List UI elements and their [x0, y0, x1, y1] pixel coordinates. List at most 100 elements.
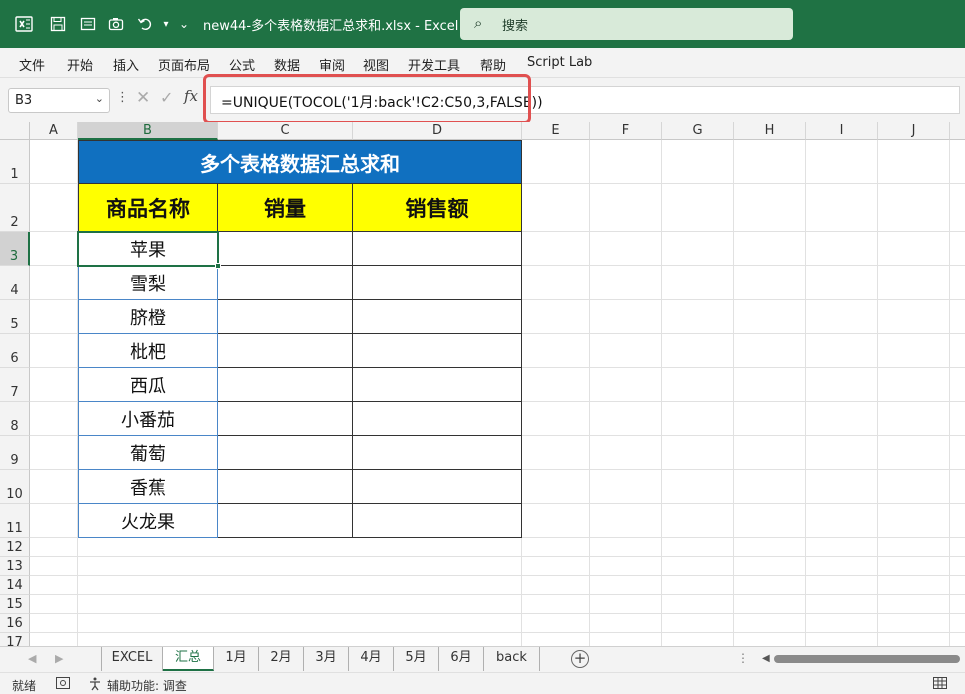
row-header-13[interactable]: 13 — [0, 557, 30, 576]
row-header-15[interactable]: 15 — [0, 595, 30, 614]
accessibility-icon[interactable] — [88, 677, 102, 694]
column-header-f[interactable]: F — [590, 122, 662, 140]
sheet-tab-apr[interactable]: 4月 — [349, 647, 394, 671]
row-header-17[interactable]: 17 — [0, 633, 30, 646]
column-header-h[interactable]: H — [734, 122, 806, 140]
table-cell-quantity[interactable] — [218, 504, 353, 538]
more-options-icon[interactable]: ⋮ — [116, 90, 129, 105]
formula-input[interactable]: =UNIQUE(TOCOL('1月:back'!C2:C50,3,FALSE)) — [210, 86, 960, 114]
table-cell-product[interactable]: 火龙果 — [78, 504, 218, 538]
row-header-12[interactable]: 12 — [0, 538, 30, 557]
name-box[interactable]: B3 ⌄ — [8, 88, 110, 113]
fill-handle[interactable] — [215, 263, 221, 269]
normal-view-icon[interactable] — [933, 677, 947, 692]
table-cell-product[interactable]: 葡萄 — [78, 436, 218, 470]
column-header-e[interactable]: E — [522, 122, 590, 140]
table-cell-amount[interactable] — [353, 368, 522, 402]
row-header-3[interactable]: 3 — [0, 232, 30, 266]
row-header-2[interactable]: 2 — [0, 184, 30, 232]
cancel-icon[interactable]: ✕ — [136, 88, 150, 108]
table-cell-product[interactable]: 小番茄 — [78, 402, 218, 436]
sheet-tab-mar[interactable]: 3月 — [304, 647, 349, 671]
horizontal-scrollbar[interactable] — [774, 655, 960, 663]
table-cell-amount[interactable] — [353, 334, 522, 368]
table-cell-amount[interactable] — [353, 470, 522, 504]
menu-developer[interactable]: 开发工具 — [408, 55, 460, 74]
scroll-tabs-left-icon[interactable]: ◀ — [28, 652, 36, 665]
menu-formulas[interactable]: 公式 — [229, 55, 255, 74]
table-cell-product[interactable]: 雪梨 — [78, 266, 218, 300]
table-cell-quantity[interactable] — [218, 402, 353, 436]
macro-record-icon[interactable] — [56, 677, 70, 692]
sheet-tab-jan[interactable]: 1月 — [214, 647, 259, 671]
sheet-tab-jun[interactable]: 6月 — [439, 647, 484, 671]
worksheet-grid[interactable]: A B C D E F G H I J 1 2 3 4 5 6 7 8 9 10… — [0, 122, 965, 646]
table-cell-amount[interactable] — [353, 300, 522, 334]
row-header-6[interactable]: 6 — [0, 334, 30, 368]
column-header-g[interactable]: G — [662, 122, 734, 140]
table-cell-quantity[interactable] — [218, 368, 353, 402]
table-title[interactable]: 多个表格数据汇总求和 — [78, 140, 522, 184]
form-icon[interactable] — [76, 12, 100, 36]
table-cell-quantity[interactable] — [218, 334, 353, 368]
table-cell-product[interactable]: 西瓜 — [78, 368, 218, 402]
column-header-b[interactable]: B — [78, 122, 218, 140]
table-cell-product[interactable]: 枇杷 — [78, 334, 218, 368]
sheet-tab-back[interactable]: back — [484, 647, 540, 671]
column-header-k[interactable] — [950, 122, 965, 140]
row-header-4[interactable]: 4 — [0, 266, 30, 300]
sheet-tab-excel[interactable]: EXCEL — [101, 647, 163, 671]
table-cell-amount[interactable] — [353, 436, 522, 470]
sheet-tab-summary[interactable]: 汇总 — [163, 647, 214, 671]
table-cell-amount[interactable] — [353, 504, 522, 538]
menu-review[interactable]: 审阅 — [319, 55, 345, 74]
menu-insert[interactable]: 插入 — [113, 55, 139, 74]
search-box[interactable]: ⌕ 搜索 — [460, 8, 793, 40]
header-quantity[interactable]: 销量 — [218, 184, 353, 232]
column-header-j[interactable]: J — [878, 122, 950, 140]
add-sheet-icon[interactable]: + — [571, 650, 589, 668]
scroll-left-icon[interactable]: ◀ — [762, 653, 770, 664]
accessibility-status[interactable]: 辅助功能: 调查 — [107, 677, 187, 694]
table-cell-quantity[interactable] — [218, 266, 353, 300]
sheet-tab-may[interactable]: 5月 — [394, 647, 439, 671]
insert-function-icon[interactable]: fx — [184, 87, 198, 105]
menu-home[interactable]: 开始 — [67, 55, 93, 74]
table-cell-amount[interactable] — [353, 402, 522, 436]
customize-toolbar-icon[interactable]: ⌄ — [172, 12, 196, 36]
row-header-8[interactable]: 8 — [0, 402, 30, 436]
column-header-a[interactable]: A — [30, 122, 78, 140]
more-tabs-icon[interactable]: ⋮ — [737, 651, 749, 665]
column-header-c[interactable]: C — [218, 122, 353, 140]
camera-icon[interactable] — [104, 12, 128, 36]
table-cell-quantity[interactable] — [218, 436, 353, 470]
menu-page-layout[interactable]: 页面布局 — [158, 55, 210, 74]
row-header-1[interactable]: 1 — [0, 140, 30, 184]
row-header-7[interactable]: 7 — [0, 368, 30, 402]
table-cell-amount[interactable] — [353, 266, 522, 300]
menu-file[interactable]: 文件 — [19, 55, 45, 74]
select-all-corner[interactable] — [0, 122, 30, 140]
row-header-16[interactable]: 16 — [0, 614, 30, 633]
row-header-11[interactable]: 11 — [0, 504, 30, 538]
row-header-9[interactable]: 9 — [0, 436, 30, 470]
chevron-down-icon[interactable]: ⌄ — [95, 92, 104, 105]
table-cell-amount[interactable] — [353, 232, 522, 266]
menu-data[interactable]: 数据 — [274, 55, 300, 74]
column-header-d[interactable]: D — [353, 122, 522, 140]
scroll-tabs-right-icon[interactable]: ▶ — [55, 652, 63, 665]
table-cell-quantity[interactable] — [218, 470, 353, 504]
row-header-14[interactable]: 14 — [0, 576, 30, 595]
column-header-i[interactable]: I — [806, 122, 878, 140]
table-cell-quantity[interactable] — [218, 232, 353, 266]
menu-help[interactable]: 帮助 — [480, 55, 506, 74]
save-icon[interactable] — [46, 12, 70, 36]
sheet-tab-feb[interactable]: 2月 — [259, 647, 304, 671]
menu-script-lab[interactable]: Script Lab — [527, 55, 592, 70]
table-cell-quantity[interactable] — [218, 300, 353, 334]
header-sales-amount[interactable]: 销售额 — [353, 184, 522, 232]
table-cell-product[interactable]: 苹果 — [78, 232, 218, 266]
enter-icon[interactable]: ✓ — [160, 88, 173, 107]
row-header-5[interactable]: 5 — [0, 300, 30, 334]
table-cell-product[interactable]: 脐橙 — [78, 300, 218, 334]
